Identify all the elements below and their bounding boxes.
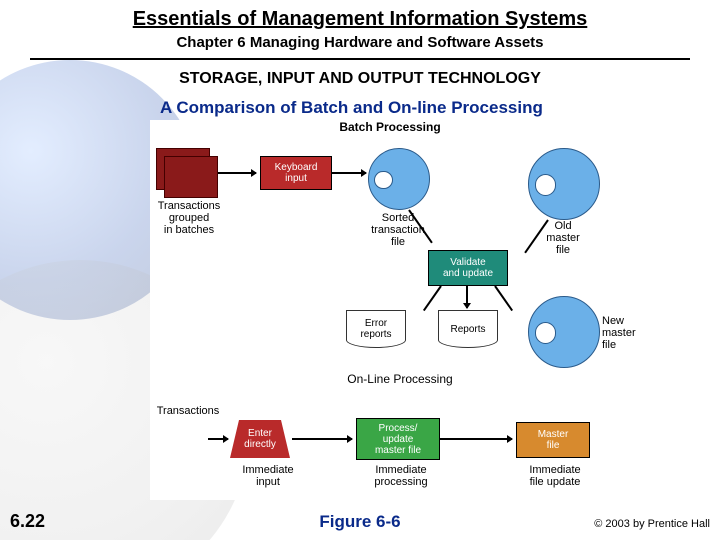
sorted-file-label: Sorted transaction file <box>355 212 441 248</box>
arrow-icon <box>332 172 366 174</box>
process-update-box: Process/ update master file <box>356 418 440 460</box>
batch-title: Batch Processing <box>150 120 630 134</box>
chapter-title: Chapter 6 Managing Hardware and Software… <box>0 34 720 51</box>
arrow-icon <box>292 438 352 440</box>
validate-update-box: Validate and update <box>428 250 508 286</box>
batch-card-icon-front <box>164 156 218 198</box>
arrow-icon <box>208 438 228 440</box>
keyboard-input-box: Keyboard input <box>260 156 332 190</box>
transactions-label: Transactions <box>148 405 228 417</box>
arrow-down-icon <box>466 286 468 308</box>
arrow-icon <box>218 172 256 174</box>
arrow-diag-icon <box>494 285 513 311</box>
copyright: © 2003 by Prentice Hall <box>594 518 710 530</box>
immediate-update-label: Immediate file update <box>510 464 600 488</box>
new-master-disk-icon <box>528 296 600 368</box>
slide-subtitle: A Comparison of Batch and On-line Proces… <box>160 98 543 118</box>
sorted-file-disk-icon <box>368 148 430 210</box>
immediate-input-label: Immediate input <box>228 464 308 488</box>
arrow-icon <box>440 438 512 440</box>
arrow-diag-icon <box>423 285 442 311</box>
reports-doc: Reports <box>438 310 498 348</box>
comparison-diagram: Batch Processing Transactions grouped in… <box>150 120 630 500</box>
old-master-disk-icon <box>528 148 600 220</box>
master-file-box: Master file <box>516 422 590 458</box>
immediate-processing-label: Immediate processing <box>356 464 446 488</box>
section-heading: STORAGE, INPUT AND OUTPUT TECHNOLOGY <box>0 70 720 88</box>
book-title: Essentials of Management Information Sys… <box>0 8 720 31</box>
new-master-label: New master file <box>602 315 652 351</box>
transactions-grouped-label: Transactions grouped in batches <box>144 200 234 236</box>
divider <box>30 58 690 60</box>
enter-directly-box: Enter directly <box>230 420 290 458</box>
online-title: On-Line Processing <box>300 372 500 386</box>
error-reports-doc: Error reports <box>346 310 406 348</box>
